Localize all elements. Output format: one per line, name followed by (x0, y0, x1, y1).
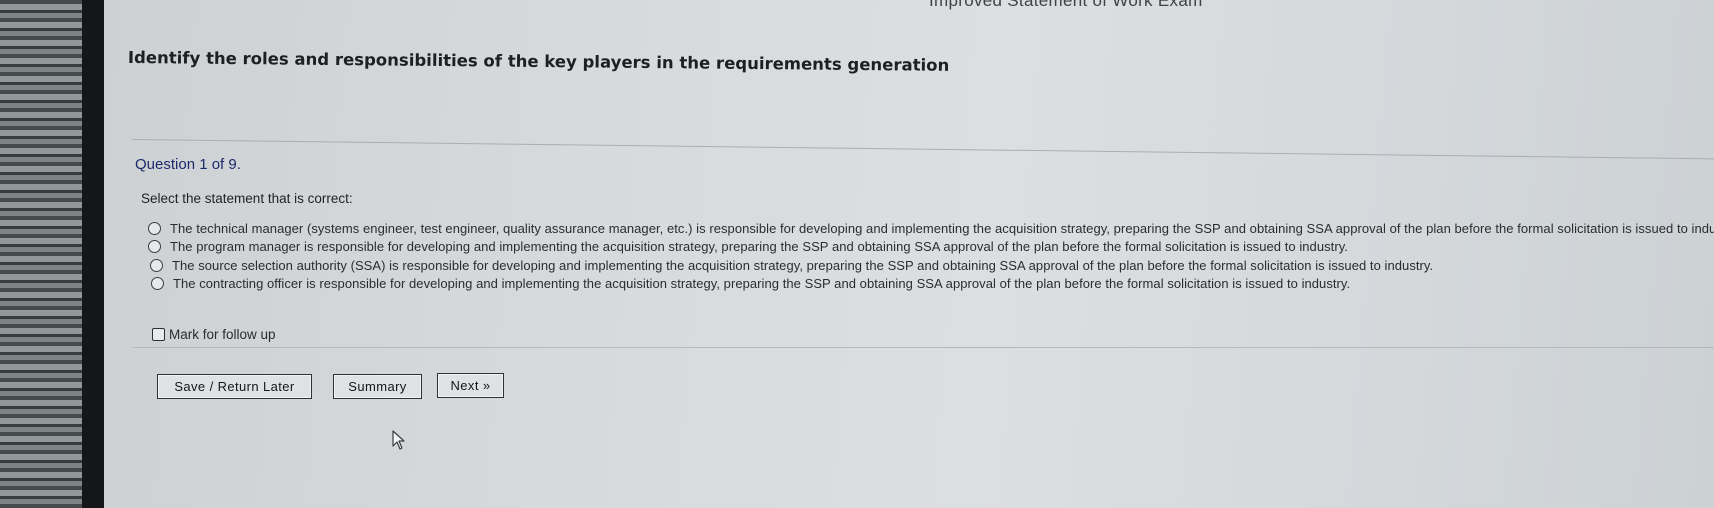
save-return-later-button[interactable]: Save / Return Later (157, 374, 312, 399)
mark-for-follow-up-label: Mark for follow up (169, 327, 276, 342)
radio-icon[interactable] (150, 258, 163, 272)
screen: Improved Statement of Work Exam Identify… (0, 0, 1714, 508)
radio-icon[interactable] (148, 240, 161, 253)
exam-page: Improved Statement of Work Exam Identify… (104, 0, 1714, 508)
mouse-pointer-icon (392, 430, 405, 450)
answer-option-1[interactable]: The technical manager (systems engineer,… (148, 219, 1714, 237)
answer-option-2[interactable]: The program manager is responsible for d… (148, 238, 1714, 256)
background-blinds (0, 0, 82, 508)
question-prompt: Select the statement that is correct: (141, 191, 353, 206)
checkbox-icon[interactable] (152, 328, 165, 341)
answer-option-4[interactable]: The contracting officer is responsible f… (151, 275, 1714, 293)
answer-options: The technical manager (systems engineer,… (148, 219, 1714, 293)
bottom-divider (132, 347, 1714, 348)
summary-button[interactable]: Summary (333, 374, 422, 399)
top-divider (131, 139, 1714, 160)
next-button[interactable]: Next » (437, 373, 504, 398)
mark-for-follow-up[interactable]: Mark for follow up (152, 327, 276, 342)
lesson-heading: Identify the roles and responsibilities … (127, 48, 950, 75)
answer-option-text: The source selection authority (SSA) is … (172, 257, 1434, 273)
answer-option-text: The contracting officer is responsible f… (173, 276, 1351, 291)
radio-icon[interactable] (148, 221, 161, 235)
monitor-edge (82, 0, 104, 508)
answer-option-text: The technical manager (systems engineer,… (170, 220, 1714, 236)
answer-option-3[interactable]: The source selection authority (SSA) is … (150, 256, 1714, 274)
answer-option-text: The program manager is responsible for d… (170, 239, 1348, 254)
exam-title: Improved Statement of Work Exam (929, 0, 1203, 10)
question-number: Question 1 of 9. (135, 156, 241, 173)
radio-icon[interactable] (151, 277, 164, 290)
